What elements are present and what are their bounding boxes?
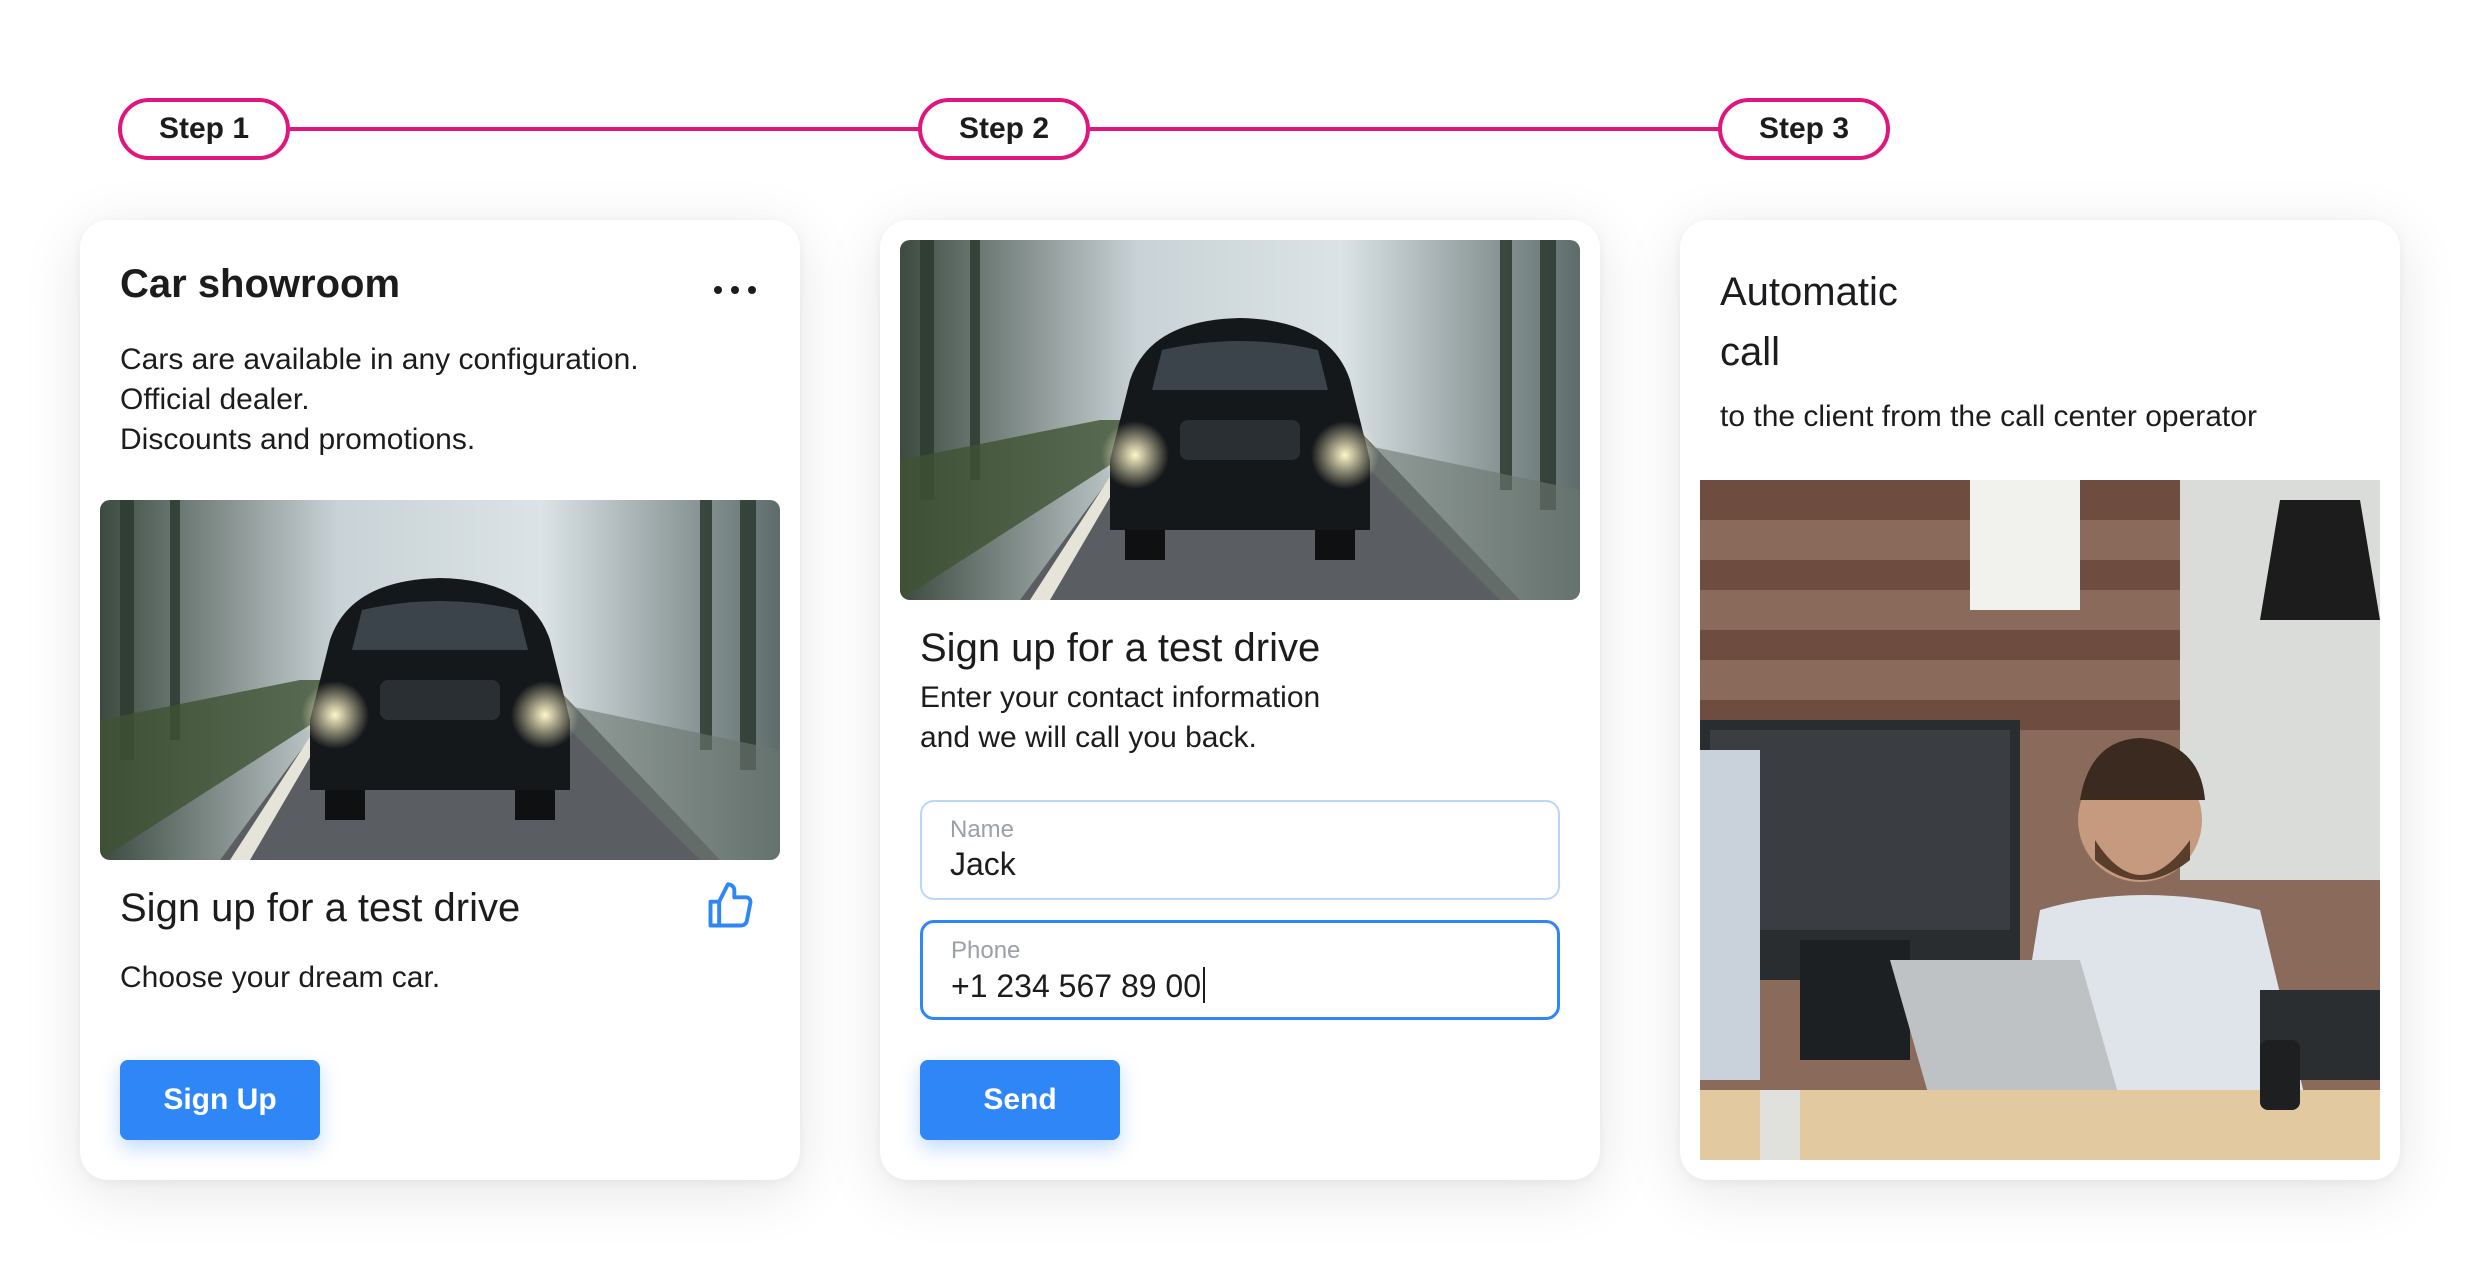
card-subtitle: to the client from the call center opera… [1720,400,2257,433]
name-field-label: Name [950,816,1015,843]
name-field[interactable]: Name Jack [920,800,1560,900]
form-title: Sign up for a test drive [920,626,1321,670]
description-line: Official dealer. [120,383,310,416]
more-horizontal-icon[interactable] [714,286,756,294]
name-field-value[interactable]: Jack [950,846,1016,883]
car-image [900,240,1580,600]
thumbs-up-icon[interactable] [704,880,756,932]
phone-value-text: +1 234 567 89 00 [951,968,1202,1004]
phone-field[interactable]: Phone +1 234 567 89 00 [920,920,1560,1020]
signup-form-card: Sign up for a test drive Enter your cont… [880,220,1600,1180]
send-button[interactable]: Send [920,1060,1120,1140]
card-description: Cars are available in any configuration.… [120,340,639,460]
step-2-badge: Step 2 [918,98,1090,160]
step-1-badge: Step 1 [118,98,290,160]
card-title: Automatic call [1720,262,1898,382]
card-title: Car showroom [120,262,401,306]
description-line: Discounts and promotions. [120,423,476,456]
phone-field-value[interactable]: +1 234 567 89 00 [951,967,1206,1005]
car-image [100,500,780,860]
call-center-operator-image [1700,480,2380,1160]
text-caret [1203,967,1206,1003]
title-line: call [1720,330,1781,374]
automatic-call-card: Automatic call to the client from the ca… [1680,220,2400,1180]
step-connector-2 [1090,127,1720,131]
card-subtitle: Sign up for a test drive [120,886,521,930]
showroom-card: Car showroom Cars are available in any c… [80,220,800,1180]
description-line: Cars are available in any configuration. [120,343,639,376]
step-3-badge: Step 3 [1718,98,1890,160]
sign-up-button[interactable]: Sign Up [120,1060,320,1140]
form-description: Enter your contact information and we wi… [920,678,1320,758]
title-line: Automatic [1720,270,1898,314]
phone-field-label: Phone [951,937,1021,964]
description-line: and we will call you back. [920,721,1257,754]
description-line: Enter your contact information [920,681,1321,714]
card-text: Choose your dream car. [120,961,441,994]
step-connector-1 [290,127,920,131]
